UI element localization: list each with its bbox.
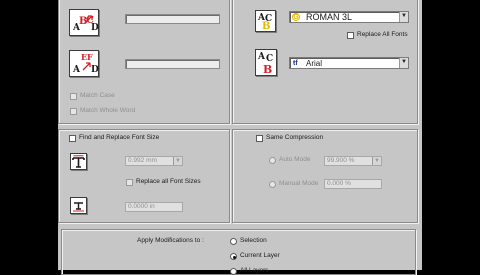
find-replace-font-size-checkbox[interactable]: [69, 135, 76, 142]
match-case-checkbox[interactable]: [70, 93, 77, 100]
auto-mode-label: Auto Mode: [279, 156, 311, 163]
auto-mode-radio[interactable]: [269, 157, 276, 164]
manual-mode-radio[interactable]: [269, 181, 276, 188]
apply-group: Apply Modifications to : Selection Curre…: [61, 229, 416, 275]
shx-font-value: ROMAN 3L: [306, 12, 353, 22]
compression-group: Same Compression Auto Mode 99.900 % ▼ Ma…: [232, 129, 418, 223]
ttf-icon-letter-a: A: [258, 52, 265, 62]
chevron-down-icon[interactable]: ▼: [399, 58, 408, 68]
text-height-icon: [72, 155, 85, 168]
font-size-icon: [70, 153, 87, 170]
text-width-icon: [73, 202, 84, 212]
manual-mode-field[interactable]: 0.000 %: [324, 179, 382, 189]
font-size-group: Find and Replace Font Size 0.992 mm ▼ Re…: [58, 129, 230, 223]
chevron-down-icon[interactable]: ▼: [173, 157, 182, 165]
shx-font-type-icon: G: [292, 13, 300, 21]
apply-all-layers-label: All Layers: [240, 267, 269, 274]
find-text-icon: A B C D: [69, 9, 99, 36]
replace-icon-letter-a: A: [73, 65, 80, 75]
font-size-value: 0.992 mm: [128, 157, 157, 164]
shx-icon-letter-b: B: [262, 21, 271, 32]
find-replace-group: A B C D A E F D Match Case Match Whole W…: [58, 0, 230, 124]
shx-font-select[interactable]: G ROMAN 3L ▼: [289, 11, 409, 23]
ttf-icon-letter-b: B: [263, 63, 273, 76]
replace-all-font-sizes-label: Replace all Font Sizes: [136, 178, 201, 185]
chevron-down-icon[interactable]: ▼: [372, 157, 381, 165]
font-width-field[interactable]: 0.0000 in: [125, 202, 183, 212]
replace-text-field[interactable]: [125, 59, 220, 69]
replace-all-fonts-label: Replace All Fonts: [357, 31, 408, 38]
manual-mode-label: Manual Mode: [279, 180, 319, 187]
radio-selected-dot: [232, 255, 236, 259]
apply-current-layer-label: Current Layer: [240, 252, 280, 259]
manual-mode-value: 0.000 %: [327, 180, 351, 187]
apply-selection-radio[interactable]: [230, 238, 237, 245]
font-replace-dialog: A B C D A E F D Match Case Match Whole W…: [58, 0, 422, 275]
replace-all-font-sizes-checkbox[interactable]: [126, 179, 133, 186]
apply-current-layer-radio[interactable]: [230, 253, 237, 260]
chevron-down-icon[interactable]: ▼: [399, 12, 408, 22]
ttf-font-select[interactable]: ŧf Arial ▼: [289, 57, 409, 69]
match-case-label: Match Case: [80, 92, 115, 99]
auto-mode-select[interactable]: 99.900 % ▼: [324, 156, 382, 166]
match-whole-word-checkbox[interactable]: [70, 108, 77, 115]
font-width-icon: [70, 197, 87, 214]
replace-all-fonts-checkbox[interactable]: [347, 32, 354, 39]
font-group: A C B G ROMAN 3L ▼ Replace All Fonts A C…: [232, 0, 418, 124]
pointer-arrow-icon: [84, 15, 93, 24]
font-size-select[interactable]: 0.992 mm ▼: [125, 156, 183, 166]
same-compression-label: Same Compression: [266, 134, 324, 141]
apply-modifications-label: Apply Modifications to :: [137, 237, 204, 244]
same-compression-checkbox[interactable]: [256, 135, 263, 142]
replace-text-icon: A E F D: [69, 50, 99, 77]
ttf-font-value: Arial: [306, 59, 323, 68]
ttf-font-type-icon: ŧf: [293, 60, 298, 67]
apply-selection-label: Selection: [240, 237, 267, 244]
pointer-arrow-icon: [82, 62, 91, 71]
match-whole-word-label: Match Whole Word: [80, 107, 136, 114]
apply-all-layers-radio[interactable]: [230, 268, 237, 275]
find-replace-font-size-label: Find and Replace Font Size: [79, 134, 160, 141]
ttf-font-icon: A C B: [255, 49, 277, 76]
font-width-value: 0.0000 in: [128, 203, 155, 210]
shx-font-icon: A C B: [255, 10, 276, 32]
auto-mode-value: 99.900 %: [327, 157, 355, 164]
find-text-field[interactable]: [125, 14, 220, 24]
